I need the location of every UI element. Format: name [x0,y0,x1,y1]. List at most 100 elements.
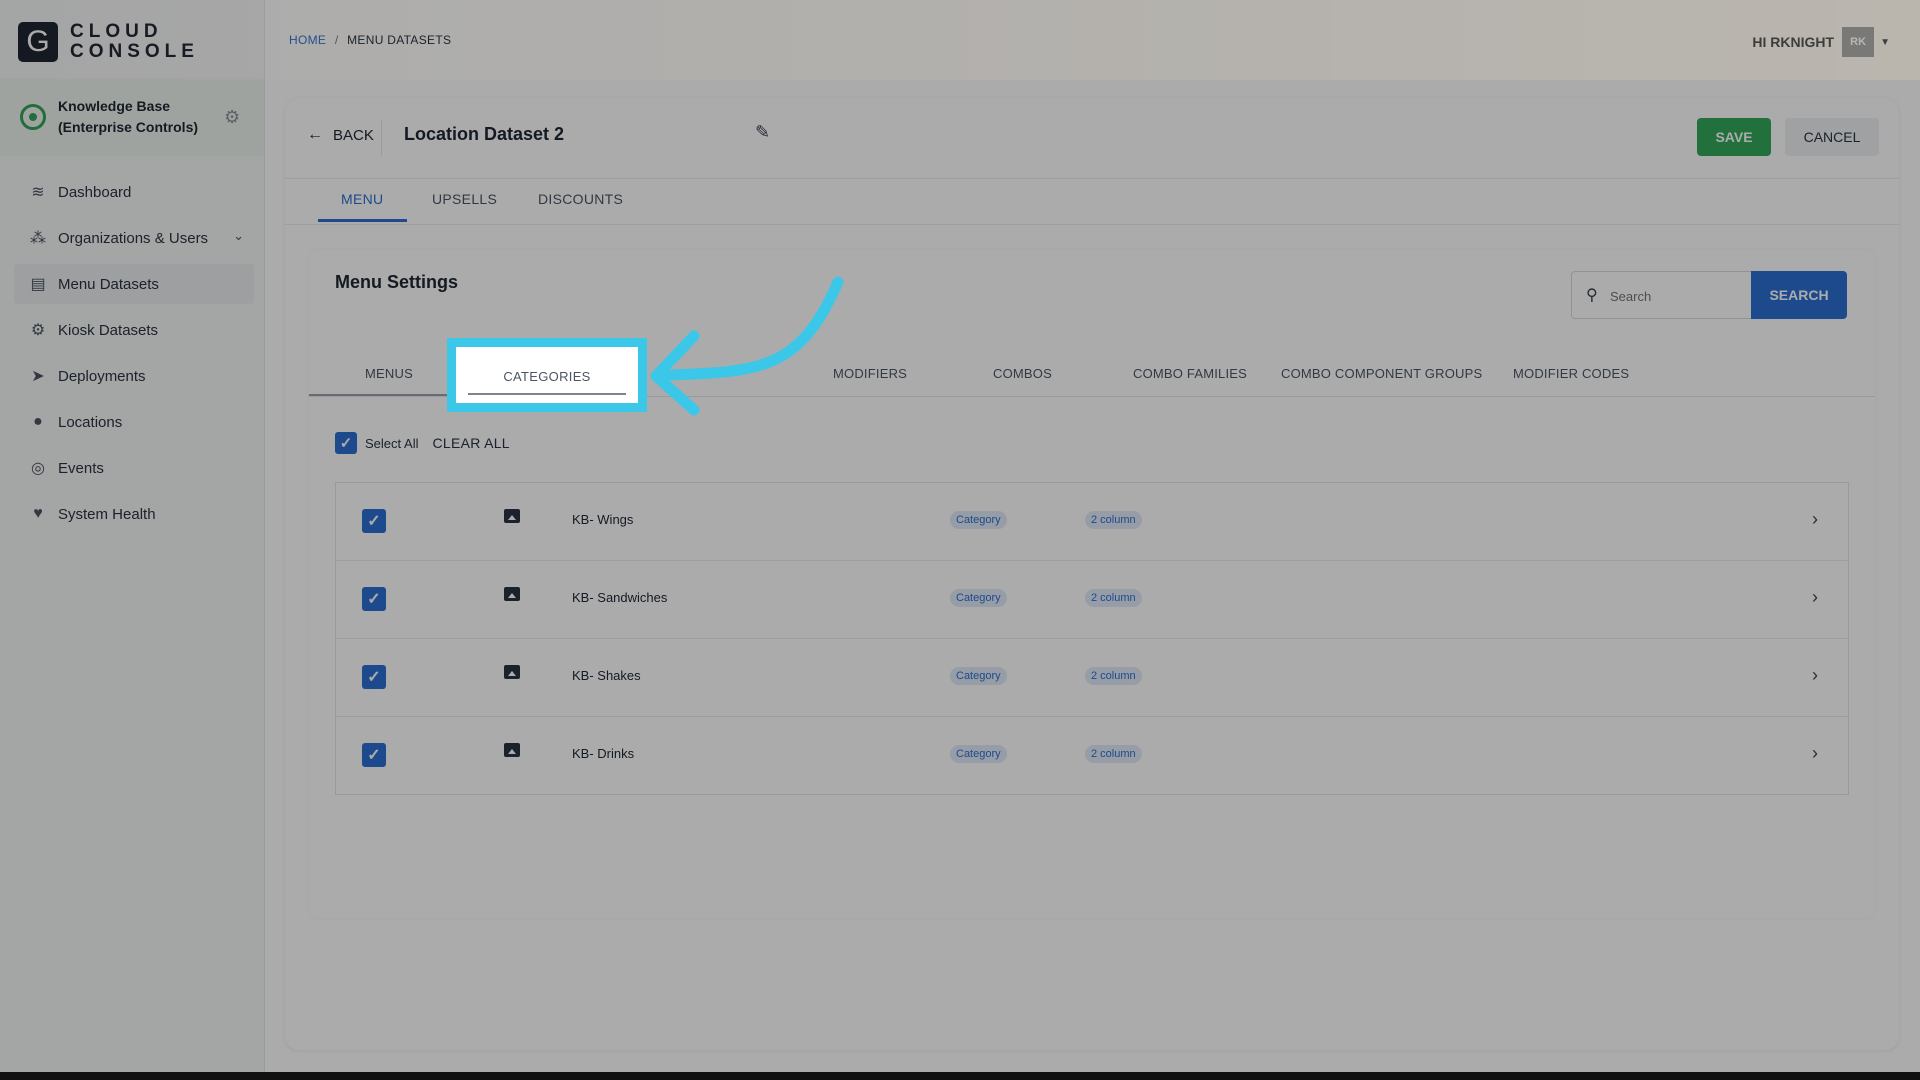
back-label: BACK [333,126,374,144]
back-button[interactable]: ← BACK [307,126,374,144]
logo-line-1: CLOUD [70,21,163,42]
arrow-left-icon: ← [307,126,323,143]
image-icon [504,665,520,679]
sidebar-nav: ≋ Dashboard ⁂ Organizations & Users ⌄ ▤ … [14,172,254,540]
tab-modifiers[interactable]: MODIFIERS [833,366,907,381]
type-badge: Category [950,745,1007,763]
send-icon: ➤ [31,368,45,385]
tab-combos[interactable]: COMBOS [993,366,1052,381]
sidebar-item-label: Dashboard [58,183,132,201]
tab-upsells[interactable]: UPSELLS [432,191,497,207]
user-greeting: HI RKNIGHT [1752,34,1835,50]
search-box: ⚲ [1571,271,1751,319]
clear-all-button[interactable]: CLEAR ALL [432,435,509,451]
chevron-right-icon[interactable]: › [1812,509,1818,530]
sidebar-item-deployments[interactable]: ➤ Deployments [14,356,254,396]
sidebar-item-dashboard[interactable]: ≋ Dashboard [14,172,254,212]
chevron-right-icon[interactable]: › [1812,665,1818,686]
bottom-strip [0,1072,1920,1080]
tab-menu[interactable]: MENU [341,191,383,207]
search-icon: ⚲ [1586,287,1598,304]
aperture-icon: ◎ [31,460,45,477]
sidebar-item-events[interactable]: ◎ Events [14,448,254,488]
logo-line-2: CONSOLE [70,41,199,62]
chevron-right-icon[interactable]: › [1812,743,1818,764]
user-menu[interactable]: HI RKNIGHT RK ▼ [1752,27,1890,57]
layout-badge: 2 column [1085,667,1142,685]
dataset-tabs: MENU UPSELLS DISCOUNTS [285,178,1899,225]
org-name-line-1: Knowledge Base [58,98,171,114]
sidebar-item-label: Menu Datasets [58,275,159,293]
sidebar-item-label: System Health [58,505,156,523]
active-tab-indicator [468,393,626,395]
type-badge: Category [950,511,1007,529]
breadcrumb-home-link[interactable]: HOME [289,33,326,47]
org-selector[interactable]: Knowledge Base (Enterprise Controls) ⚙ [0,78,264,156]
menu-dataset-icon: ▤ [30,276,46,293]
image-icon [504,743,520,757]
dataset-card: ← BACK Location Dataset 2 ✎ SAVE CANCEL … [285,98,1899,1050]
sidebar-item-locations[interactable]: ● Locations [14,402,254,442]
image-icon [504,509,520,523]
type-badge: Category [950,589,1007,607]
table-row[interactable]: ✓ KB- Sandwiches Category 2 column › [336,561,1848,639]
search-button[interactable]: SEARCH [1751,271,1847,319]
category-name: KB- Drinks [572,746,635,761]
tab-categories[interactable]: CATEGORIES [456,369,638,384]
org-tree-icon: ⁂ [30,230,46,247]
tab-categories-highlight[interactable]: CATEGORIES [447,338,647,412]
category-name: KB- Shakes [572,668,641,683]
select-all-checkbox[interactable]: ✓ [335,432,357,454]
layout-badge: 2 column [1085,589,1142,607]
select-all-label[interactable]: Select All [365,436,418,451]
sidebar-item-label: Locations [58,413,123,431]
chevron-down-icon[interactable]: ⌄ [233,228,244,244]
logo-mark: G [18,22,58,62]
tab-discounts[interactable]: DISCOUNTS [538,191,623,207]
chevron-right-icon[interactable]: › [1812,587,1818,608]
type-badge: Category [950,667,1007,685]
layout-badge: 2 column [1085,511,1142,529]
category-name: KB- Sandwiches [572,590,668,605]
caret-down-icon[interactable]: ▼ [1880,37,1890,48]
row-checkbox[interactable]: ✓ [362,665,386,689]
sidebar-item-label: Kiosk Datasets [58,321,159,339]
tab-combo-families[interactable]: COMBO FAMILIES [1133,366,1247,381]
breadcrumb-separator: / [334,33,339,47]
sidebar-item-label: Events [58,459,104,477]
sidebar-item-system-health[interactable]: ♥ System Health [14,494,254,534]
image-icon [504,587,520,601]
pencil-icon[interactable]: ✎ [755,122,770,143]
heart-pulse-icon: ♥ [33,505,43,522]
avatar[interactable]: RK [1842,27,1875,57]
tab-underline [309,394,469,396]
tab-combo-component-groups[interactable]: COMBO COMPONENT GROUPS [1281,366,1482,381]
category-name: KB- Wings [572,512,634,527]
cancel-button[interactable]: CANCEL [1785,118,1879,156]
tab-menus[interactable]: MENUS [365,366,413,381]
sidebar-item-label: Deployments [58,367,146,385]
table-row[interactable]: ✓ KB- Shakes Category 2 column › [336,639,1848,717]
row-checkbox[interactable]: ✓ [362,743,386,767]
sidebar-item-menu-datasets[interactable]: ▤ Menu Datasets [14,264,254,304]
sidebar-item-kiosk-datasets[interactable]: ⚙ Kiosk Datasets [14,310,254,350]
divider [381,120,382,156]
layout-badge: 2 column [1085,745,1142,763]
breadcrumb: HOME / MENU DATASETS [289,33,451,47]
sidebar: G CLOUD CONSOLE Knowledge Base (Enterpri… [0,0,265,1080]
gear-icon: ⚙ [30,322,46,339]
table-row[interactable]: ✓ KB- Wings Category 2 column › [336,483,1848,561]
table-row[interactable]: ✓ KB- Drinks Category 2 column › [336,717,1848,794]
search-input[interactable] [1608,285,1742,307]
gear-icon[interactable]: ⚙ [224,107,240,128]
row-checkbox[interactable]: ✓ [362,509,386,533]
tab-modifier-codes[interactable]: MODIFIER CODES [1513,366,1629,381]
top-header: HOME / MENU DATASETS HI RKNIGHT RK ▼ [265,0,1920,80]
logo[interactable]: G CLOUD CONSOLE [18,22,199,62]
select-controls: ✓ Select All CLEAR ALL [335,432,510,454]
pin-icon: ● [33,413,43,430]
page-title: Location Dataset 2 [404,124,565,144]
row-checkbox[interactable]: ✓ [362,587,386,611]
save-button[interactable]: SAVE [1697,118,1771,156]
sidebar-item-organizations-users[interactable]: ⁂ Organizations & Users ⌄ [14,218,254,258]
